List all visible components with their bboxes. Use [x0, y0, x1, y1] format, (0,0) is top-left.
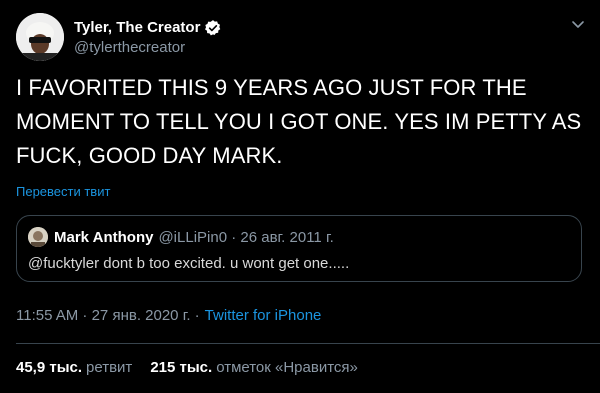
author-handle[interactable]: @tylerthecreator: [74, 38, 222, 57]
quoted-author-meta: @iLLiPin0 · 26 авг. 2011 г.: [158, 228, 334, 246]
quoted-tweet-header: Mark Anthony @iLLiPin0 · 26 авг. 2011 г.: [28, 227, 334, 247]
like-label[interactable]: отметок «Нравится»: [216, 359, 358, 376]
like-count[interactable]: 215 тыс.: [150, 359, 212, 376]
divider: [16, 343, 600, 344]
quoted-tweet-text: @fucktyler dont b too excited. u wont ge…: [28, 255, 350, 272]
tweet-text: I FAVORITED THIS 9 YEARS AGO JUST FOR TH…: [16, 75, 582, 168]
author-display-name[interactable]: Tyler, The Creator: [74, 18, 200, 38]
tweet-timestamp[interactable]: 11:55 AM · 27 янв. 2020 г. ·: [16, 307, 200, 324]
verified-badge-icon: [204, 19, 222, 37]
tweet-timestamp-row: 11:55 AM · 27 янв. 2020 г. · Twitter for…: [16, 307, 321, 324]
tweet-header: Tyler, The Creator @tylerthecreator: [16, 12, 222, 62]
tweet-detail: Tyler, The Creator @tylerthecreator I FA…: [0, 0, 600, 393]
tweet-stats: 45,9 тыс. ретвит 215 тыс. отметок «Нрави…: [16, 359, 358, 376]
retweet-count[interactable]: 45,9 тыс.: [16, 359, 82, 376]
tweet-source-link[interactable]: Twitter for iPhone: [205, 307, 322, 324]
translate-tweet-link[interactable]: Перевести твит: [16, 184, 110, 200]
author-avatar[interactable]: [16, 13, 64, 61]
quoted-author-name: Mark Anthony: [54, 228, 154, 246]
chevron-down-icon[interactable]: [570, 16, 586, 32]
author-names: Tyler, The Creator @tylerthecreator: [74, 18, 222, 57]
quoted-tweet[interactable]: Mark Anthony @iLLiPin0 · 26 авг. 2011 г.…: [16, 215, 582, 282]
retweet-label[interactable]: ретвит: [86, 359, 132, 376]
quoted-author-avatar: [28, 227, 48, 247]
